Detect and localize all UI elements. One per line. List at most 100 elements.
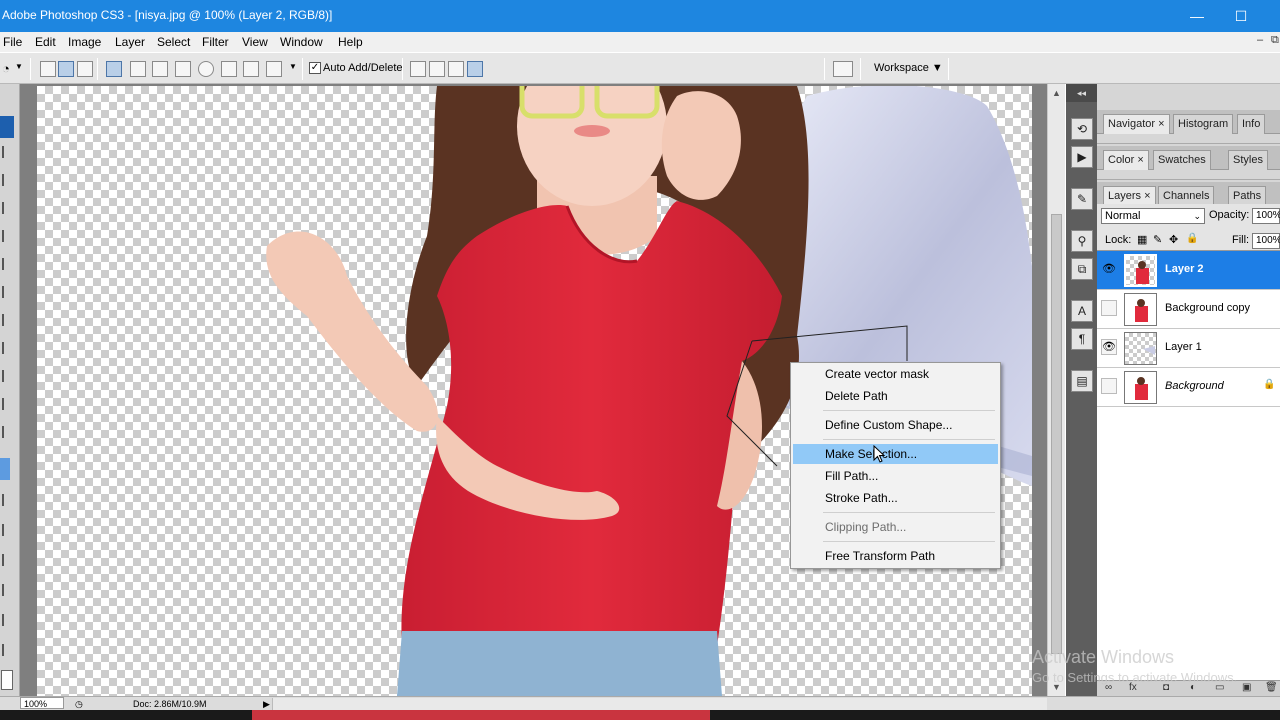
close-icon[interactable]: × — [1144, 190, 1150, 202]
new-layer-icon[interactable]: ▣ — [1242, 682, 1251, 693]
doc-restore-button[interactable]: ⧉ — [1271, 34, 1279, 47]
tool-icon[interactable] — [2, 554, 14, 566]
vertical-scrollbar[interactable]: ▲ ▼ — [1047, 84, 1065, 696]
tab-layers[interactable]: Layers × — [1103, 186, 1156, 206]
eye-icon[interactable]: 👁 — [1101, 339, 1117, 355]
opacity-input[interactable]: 100% — [1252, 208, 1280, 224]
paths-mode-button[interactable] — [58, 61, 74, 77]
close-icon[interactable]: × — [1137, 154, 1143, 166]
trash-icon[interactable]: 🗑 — [1265, 682, 1278, 693]
auto-add-delete-checkbox[interactable]: ✓ — [309, 62, 321, 74]
custom-shape-button[interactable] — [266, 61, 282, 77]
tool-icon[interactable] — [2, 398, 14, 410]
scroll-up-icon[interactable]: ▲ — [1052, 88, 1061, 98]
tool-icon[interactable] — [2, 202, 14, 214]
pen-tool-active[interactable] — [0, 458, 10, 480]
file-browser-icon[interactable] — [833, 61, 853, 77]
lock-position-icon[interactable]: ✥ — [1169, 233, 1178, 246]
tool-icon[interactable] — [2, 286, 14, 298]
color-swatch[interactable] — [1, 670, 13, 690]
minimize-button[interactable]: — — [1174, 0, 1220, 32]
tool-icon[interactable] — [2, 314, 14, 326]
tool-icon[interactable] — [2, 370, 14, 382]
layer-row-layer-1[interactable]: 👁 Layer 1 — [1097, 329, 1280, 368]
lock-all-icon[interactable]: 🔒 — [1186, 233, 1198, 244]
lock-transparency-icon[interactable]: ▦ — [1137, 233, 1147, 246]
doc-minimize-button[interactable]: – — [1257, 34, 1263, 46]
intersect-area-button[interactable] — [448, 61, 464, 77]
pen-tool-button[interactable] — [106, 61, 122, 77]
horizontal-scrollbar[interactable] — [272, 698, 1047, 710]
menu-item-stroke-path[interactable]: Stroke Path... — [793, 488, 998, 508]
menu-item-make-selection[interactable]: Make Selection... — [793, 444, 998, 464]
tool-icon[interactable] — [2, 230, 14, 242]
tool-preset-icon[interactable]: ◔ — [2, 61, 10, 76]
menu-item-create-vector-mask[interactable]: Create vector mask — [793, 364, 998, 384]
tool-icon[interactable] — [2, 342, 14, 354]
menu-edit[interactable]: Edit — [35, 35, 56, 49]
polygon-tool-button[interactable] — [221, 61, 237, 77]
close-icon[interactable]: × — [1158, 118, 1164, 130]
dock-collapse-button[interactable]: ◂◂ — [1066, 84, 1097, 102]
menu-item-fill-path[interactable]: Fill Path... — [793, 466, 998, 486]
menu-view[interactable]: View — [242, 35, 268, 49]
tool-icon[interactable] — [2, 494, 14, 506]
exclude-area-button[interactable] — [467, 61, 483, 77]
tab-paths[interactable]: Paths — [1228, 186, 1267, 206]
menu-help[interactable]: Help — [338, 35, 363, 49]
tool-icon[interactable] — [2, 258, 14, 270]
fill-pixels-button[interactable] — [77, 61, 93, 77]
tool-icon[interactable] — [2, 146, 14, 158]
scroll-thumb[interactable] — [1051, 214, 1062, 654]
tool-icon[interactable] — [2, 644, 14, 656]
menu-layer[interactable]: Layer — [115, 35, 145, 49]
layer-comps-icon[interactable]: ▤ — [1071, 370, 1093, 392]
tool-icon[interactable] — [2, 174, 14, 186]
clone-source-icon[interactable]: ⧉ — [1071, 258, 1093, 280]
tool-icon[interactable] — [2, 584, 14, 596]
zoom-level[interactable]: 100% — [20, 697, 64, 709]
tab-channels[interactable]: Channels — [1158, 186, 1215, 206]
menu-item-delete-path[interactable]: Delete Path — [793, 386, 998, 406]
tab-histogram[interactable]: Histogram — [1173, 114, 1234, 134]
fill-input[interactable]: 100% — [1252, 233, 1280, 249]
tab-info[interactable]: Info — [1237, 114, 1266, 134]
visibility-toggle[interactable] — [1101, 378, 1117, 394]
menu-image[interactable]: Image — [68, 35, 101, 49]
blend-mode-select[interactable]: Normal ⌄ — [1101, 208, 1205, 224]
freeform-pen-button[interactable] — [130, 61, 146, 77]
menu-window[interactable]: Window — [280, 35, 323, 49]
status-menu-arrow[interactable]: ▶ — [260, 698, 270, 710]
tab-navigator[interactable]: Navigator × — [1103, 114, 1170, 134]
lock-image-icon[interactable]: ✎ — [1153, 233, 1162, 246]
rectangle-tool-button[interactable] — [152, 61, 168, 77]
rounded-rectangle-button[interactable] — [175, 61, 191, 77]
subtract-area-button[interactable] — [429, 61, 445, 77]
layer-row-background[interactable]: Background 🔒 — [1097, 368, 1280, 407]
ellipse-tool-button[interactable] — [198, 61, 214, 77]
chevron-down-icon[interactable]: ▼ — [289, 62, 297, 71]
brushes-icon[interactable]: ⚲ — [1071, 230, 1093, 252]
tab-color[interactable]: Color × — [1103, 150, 1149, 170]
actions-icon[interactable]: ▶ — [1071, 146, 1093, 168]
history-icon[interactable]: ⟲ — [1071, 118, 1093, 140]
menu-select[interactable]: Select — [157, 35, 190, 49]
line-tool-button[interactable] — [243, 61, 259, 77]
character-icon[interactable]: A — [1071, 300, 1093, 322]
paragraph-icon[interactable]: ¶ — [1071, 328, 1093, 350]
chevron-down-icon[interactable]: ▼ — [15, 62, 23, 71]
tab-swatches[interactable]: Swatches — [1153, 150, 1211, 170]
tool-icon[interactable] — [2, 614, 14, 626]
tab-styles[interactable]: Styles — [1228, 150, 1268, 170]
shape-layers-button[interactable] — [40, 61, 56, 77]
menu-item-free-transform-path[interactable]: Free Transform Path — [793, 546, 998, 566]
status-info-icon[interactable]: ◷ — [72, 698, 83, 710]
menu-file[interactable]: File — [3, 35, 22, 49]
workspace-menu[interactable]: Workspace ▼ — [874, 62, 943, 74]
menu-item-define-custom-shape[interactable]: Define Custom Shape... — [793, 415, 998, 435]
layer-row-background-copy[interactable]: Background copy — [1097, 290, 1280, 329]
add-to-area-button[interactable] — [410, 61, 426, 77]
eye-icon[interactable]: 👁 — [1101, 261, 1117, 277]
layer-row-layer-2[interactable]: 👁 Layer 2 — [1097, 251, 1280, 290]
maximize-button[interactable]: ☐ — [1218, 0, 1264, 32]
